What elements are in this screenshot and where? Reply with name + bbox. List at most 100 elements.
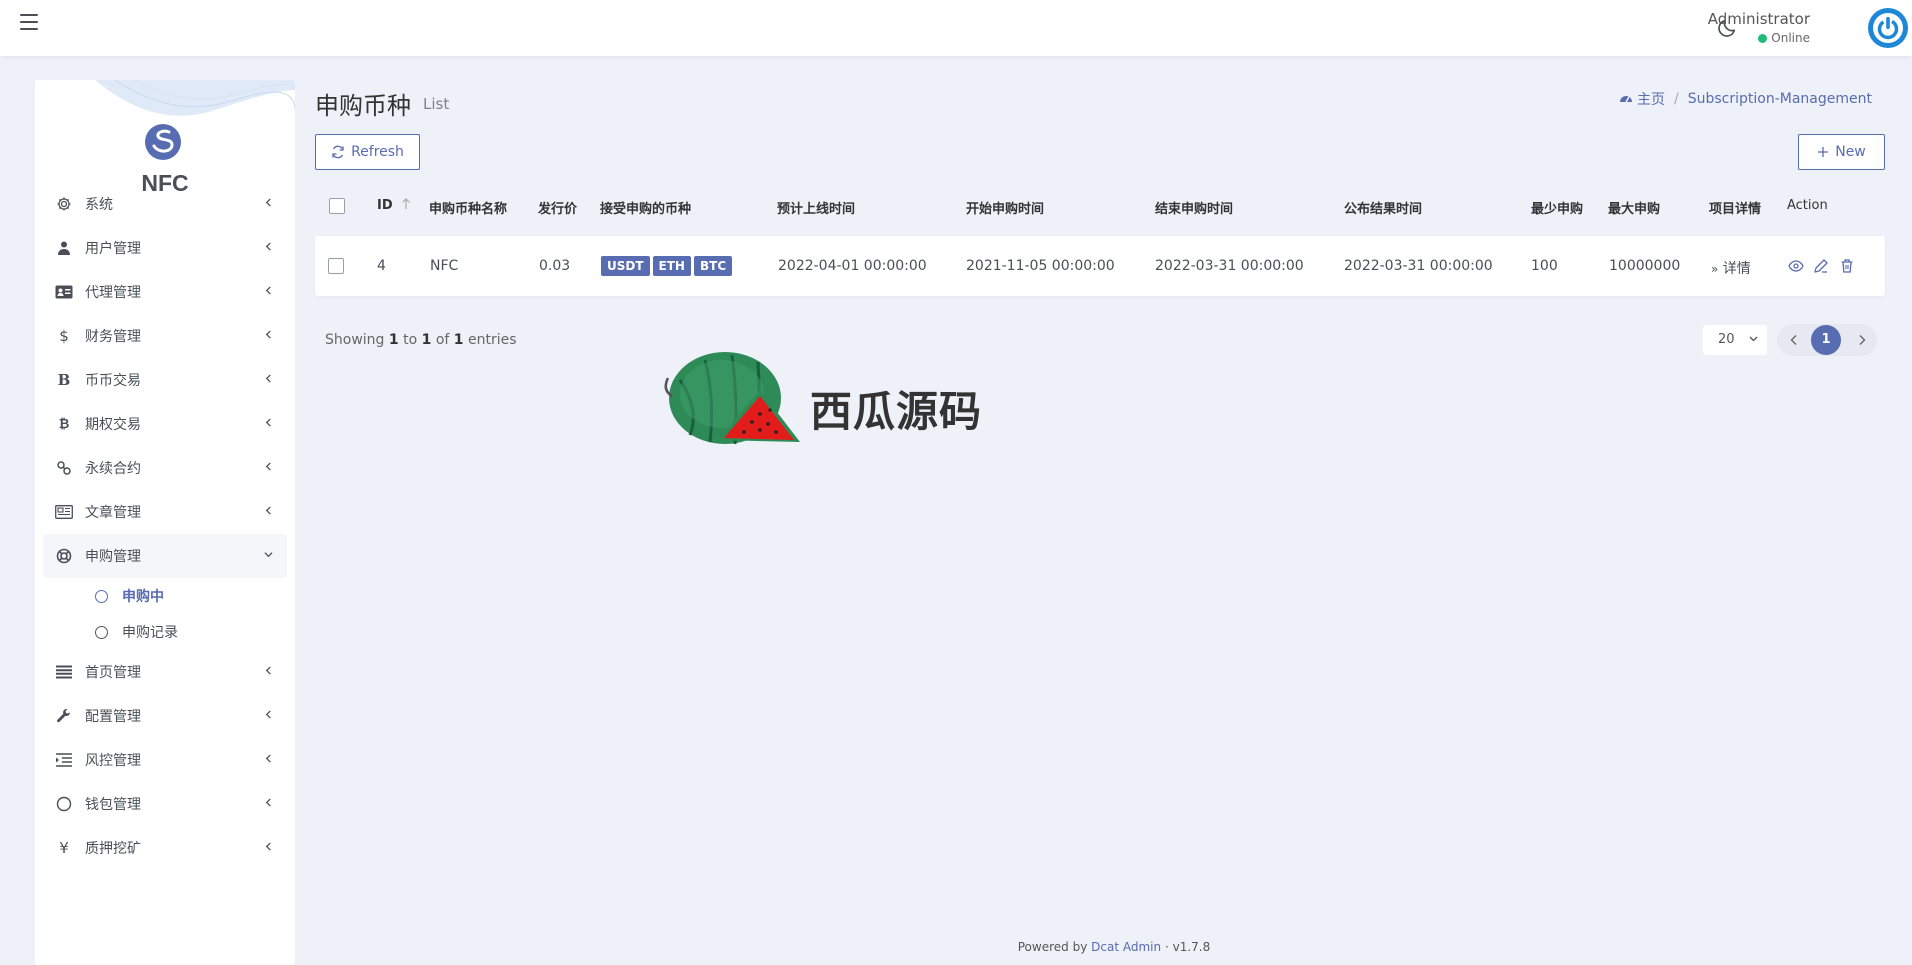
sort-arrow-icon[interactable] — [401, 198, 411, 210]
table-row: 4 NFC 0.03 USDT ETH BTC 2022-04-01 00:00:0… — [315, 236, 1885, 296]
sidebar-item-agents[interactable]: 代理管理 — [43, 270, 287, 314]
cell-end-time: 2022-03-31 00:00:00 — [1155, 258, 1304, 274]
table-header: ID 申购币种名称 发行价 接受申购的币种 预计上线时间 开始申购时间 结束申购… — [315, 186, 1885, 226]
chevron-left-icon — [265, 462, 271, 471]
sidebar-item-subscription[interactable]: 申购管理 — [43, 534, 287, 578]
gear-icon — [55, 195, 73, 213]
cell-id: 4 — [377, 258, 386, 274]
next-page-chevron-icon[interactable] — [1857, 334, 1867, 346]
user-avatar-power-icon[interactable] — [1867, 7, 1909, 49]
dcat-admin-link[interactable]: Dcat Admin — [1091, 940, 1161, 954]
column-header-end-time: 结束申购时间 — [1155, 202, 1234, 217]
breadcrumb: 主页 / Subscription-Management — [1619, 89, 1872, 109]
edit-pencil-icon[interactable] — [1813, 258, 1829, 274]
sidebar-item-config[interactable]: 配置管理 — [43, 694, 287, 738]
sidebar-subitem-subscribing[interactable]: 申购中 — [43, 578, 287, 614]
chevron-left-icon — [265, 666, 271, 675]
sidebar: NFC 系统 用户管理 代理管理 $ 财务管理 B 币币交易 ₿ 期权交易 永续… — [35, 80, 295, 965]
watermelon-logo-icon — [664, 352, 800, 445]
refresh-button[interactable]: Refresh — [315, 134, 420, 170]
dashboard-gauge-icon — [1620, 96, 1633, 103]
id-card-icon — [55, 283, 73, 301]
sidebar-item-label: 申购管理 — [85, 549, 141, 565]
top-navbar: Administrator Online — [0, 0, 1912, 56]
per-page-select[interactable]: 20 — [1703, 325, 1767, 355]
new-button[interactable]: New — [1798, 134, 1885, 170]
coin-badge: BTC — [693, 256, 733, 276]
sidebar-item-homepage[interactable]: 首页管理 — [43, 650, 287, 694]
column-header-max: 最大申购 — [1608, 202, 1661, 217]
sidebar-item-label: 风控管理 — [85, 753, 141, 769]
cell-coins: USDT ETH BTC — [601, 256, 735, 276]
brand-logo-icon — [145, 124, 181, 160]
chevron-left-icon — [265, 242, 271, 251]
wrench-icon — [55, 707, 73, 725]
breadcrumb-home-link[interactable]: 主页 — [1637, 89, 1665, 109]
chevron-left-icon — [265, 418, 271, 427]
showing-entries-text: Showing 1 to 1 of 1 entries — [325, 332, 517, 348]
sidebar-item-options-trading[interactable]: ₿ 期权交易 — [43, 402, 287, 446]
view-eye-icon[interactable] — [1788, 258, 1804, 274]
chevron-left-icon — [265, 506, 271, 515]
column-header-min: 最少申购 — [1531, 202, 1584, 217]
indent-icon — [55, 751, 73, 769]
sidebar-item-finance[interactable]: $ 财务管理 — [43, 314, 287, 358]
delete-trash-icon[interactable] — [1839, 258, 1855, 274]
row-checkbox[interactable] — [328, 258, 344, 274]
hamburger-menu-icon[interactable] — [20, 14, 38, 30]
sidebar-item-perpetual[interactable]: 永续合约 — [43, 446, 287, 490]
sidebar-item-articles[interactable]: 文章管理 — [43, 490, 287, 534]
version-text: v1.7.8 — [1172, 940, 1211, 954]
prev-page-chevron-icon[interactable] — [1789, 334, 1799, 346]
sidebar-subitem-label: 申购中 — [122, 589, 164, 605]
sidebar-item-users[interactable]: 用户管理 — [43, 226, 287, 270]
sidebar-item-risk-control[interactable]: 风控管理 — [43, 738, 287, 782]
online-dot-icon — [1758, 34, 1768, 43]
refresh-icon — [332, 145, 344, 159]
column-header-price: 发行价 — [538, 202, 578, 217]
sidebar-item-system[interactable]: 系统 — [43, 182, 287, 226]
column-header-online-time: 预计上线时间 — [777, 202, 856, 217]
sidebar-item-wallet[interactable]: 钱包管理 — [43, 782, 287, 826]
column-header-id[interactable]: ID — [377, 198, 411, 213]
circle-outline-icon — [95, 625, 108, 639]
pagination: 1 — [1777, 324, 1877, 356]
sidebar-subitem-label: 申购记录 — [122, 625, 178, 641]
sidebar-menu: 系统 用户管理 代理管理 $ 财务管理 B 币币交易 ₿ 期权交易 永续合约 文… — [43, 182, 287, 870]
detail-link[interactable]: » 详情 — [1711, 258, 1751, 278]
cell-start-time: 2021-11-05 00:00:00 — [966, 258, 1115, 274]
breadcrumb-current[interactable]: Subscription-Management — [1688, 91, 1872, 107]
cell-result-time: 2022-03-31 00:00:00 — [1344, 258, 1493, 274]
cell-online-time: 2022-04-01 00:00:00 — [778, 258, 927, 274]
bitcoin-b-icon: B — [57, 371, 71, 389]
sidebar-item-label: 代理管理 — [85, 285, 141, 301]
page-button-current[interactable]: 1 — [1811, 325, 1841, 355]
circle-icon — [55, 795, 73, 813]
sidebar-item-label: 配置管理 — [85, 709, 141, 725]
dollar-icon: $ — [59, 327, 69, 345]
cell-min: 100 — [1531, 258, 1558, 274]
select-all-checkbox[interactable] — [329, 198, 345, 214]
column-header-start-time: 开始申购时间 — [966, 202, 1045, 217]
bitcoin-icon: ₿ — [58, 417, 70, 432]
column-header-result-time: 公布结果时间 — [1344, 202, 1423, 217]
chevron-left-icon — [265, 798, 271, 807]
link-icon — [55, 459, 73, 477]
list-icon — [55, 663, 73, 681]
user-name[interactable]: Administrator — [1708, 10, 1810, 28]
sidebar-item-label: 财务管理 — [85, 329, 141, 345]
column-header-action: Action — [1787, 198, 1828, 213]
sidebar-item-label: 钱包管理 — [85, 797, 141, 813]
chevron-down-icon — [1749, 336, 1758, 342]
column-header-detail: 项目详情 — [1709, 202, 1762, 217]
yen-icon: ¥ — [59, 839, 69, 857]
sidebar-item-label: 用户管理 — [85, 241, 141, 257]
chevron-left-icon — [265, 286, 271, 295]
column-header-coins: 接受申购的币种 — [600, 202, 692, 217]
lifebuoy-icon — [55, 547, 73, 565]
sidebar-subitem-records[interactable]: 申购记录 — [43, 614, 287, 650]
chevron-left-icon — [265, 374, 271, 383]
sidebar-item-staking[interactable]: ¥ 质押挖矿 — [43, 826, 287, 870]
sidebar-wave-decoration — [95, 80, 295, 116]
sidebar-item-spot-trading[interactable]: B 币币交易 — [43, 358, 287, 402]
